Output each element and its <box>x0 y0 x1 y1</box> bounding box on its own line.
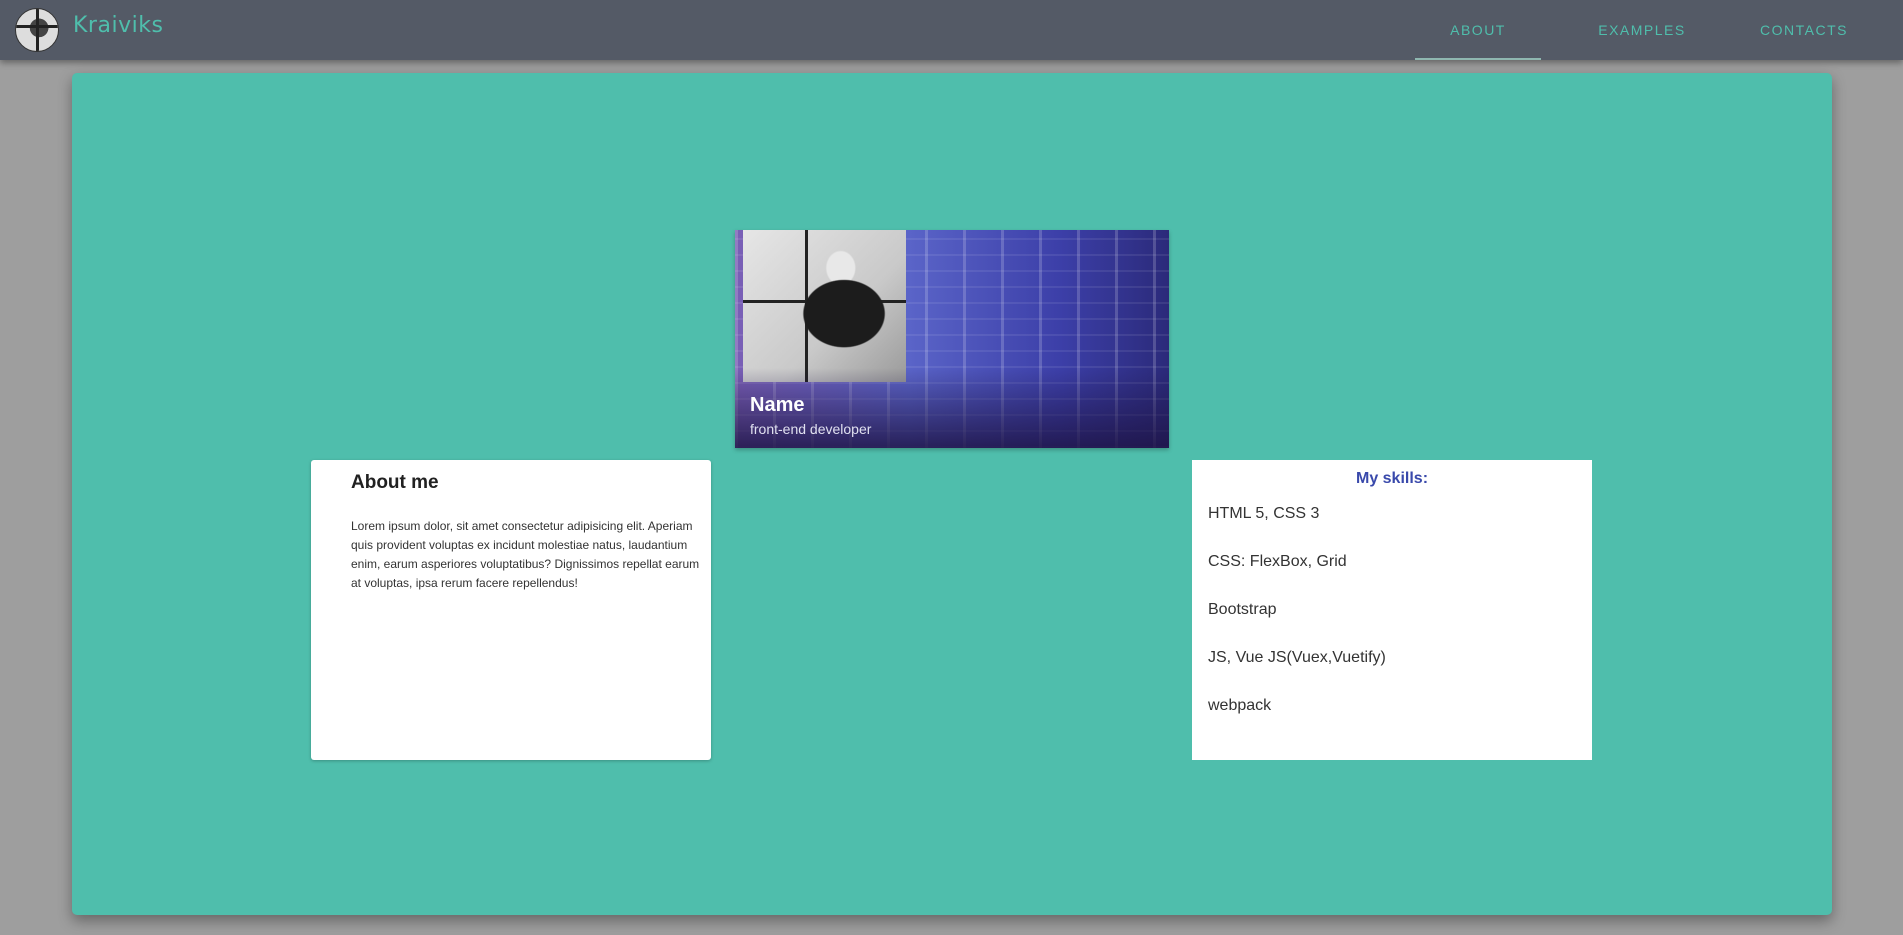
about-text: Lorem ipsum dolor, sit amet consectetur … <box>351 519 700 590</box>
profile-role: front-end developer <box>750 421 872 437</box>
profile-photo <box>743 230 906 382</box>
profile-card: Name front-end developer <box>735 230 1169 448</box>
skill-item: Bootstrap <box>1208 601 1277 618</box>
about-title: About me <box>351 472 439 493</box>
skills-list: HTML 5, CSS 3 CSS: FlexBox, Grid Bootstr… <box>1208 504 1386 744</box>
skill-item: CSS: FlexBox, Grid <box>1208 553 1347 570</box>
nav-examples[interactable]: EXAMPLES <box>1565 0 1719 60</box>
skills-title: My skills: <box>1355 470 1429 487</box>
skills-card: My skills: HTML 5, CSS 3 CSS: FlexBox, G… <box>1192 460 1592 760</box>
app-bar: Kraiviks ABOUT EXAMPLES CONTACTS <box>0 0 1903 60</box>
skill-item: webpack <box>1208 697 1272 714</box>
main-content-card: Name front-end developer About me Lorem … <box>72 73 1832 915</box>
nav-about[interactable]: ABOUT <box>1415 0 1541 60</box>
skill-item: JS, Vue JS(Vuex,Vuetify) <box>1208 649 1386 666</box>
brand-name[interactable]: Kraiviks <box>73 13 163 38</box>
main-nav: ABOUT EXAMPLES CONTACTS <box>1415 0 1903 60</box>
profile-name: Name <box>750 394 805 416</box>
nav-contacts[interactable]: CONTACTS <box>1731 0 1877 60</box>
skill-item: HTML 5, CSS 3 <box>1208 505 1320 522</box>
about-card: About me Lorem ipsum dolor, sit amet con… <box>311 460 711 760</box>
logo-avatar[interactable] <box>15 8 59 52</box>
